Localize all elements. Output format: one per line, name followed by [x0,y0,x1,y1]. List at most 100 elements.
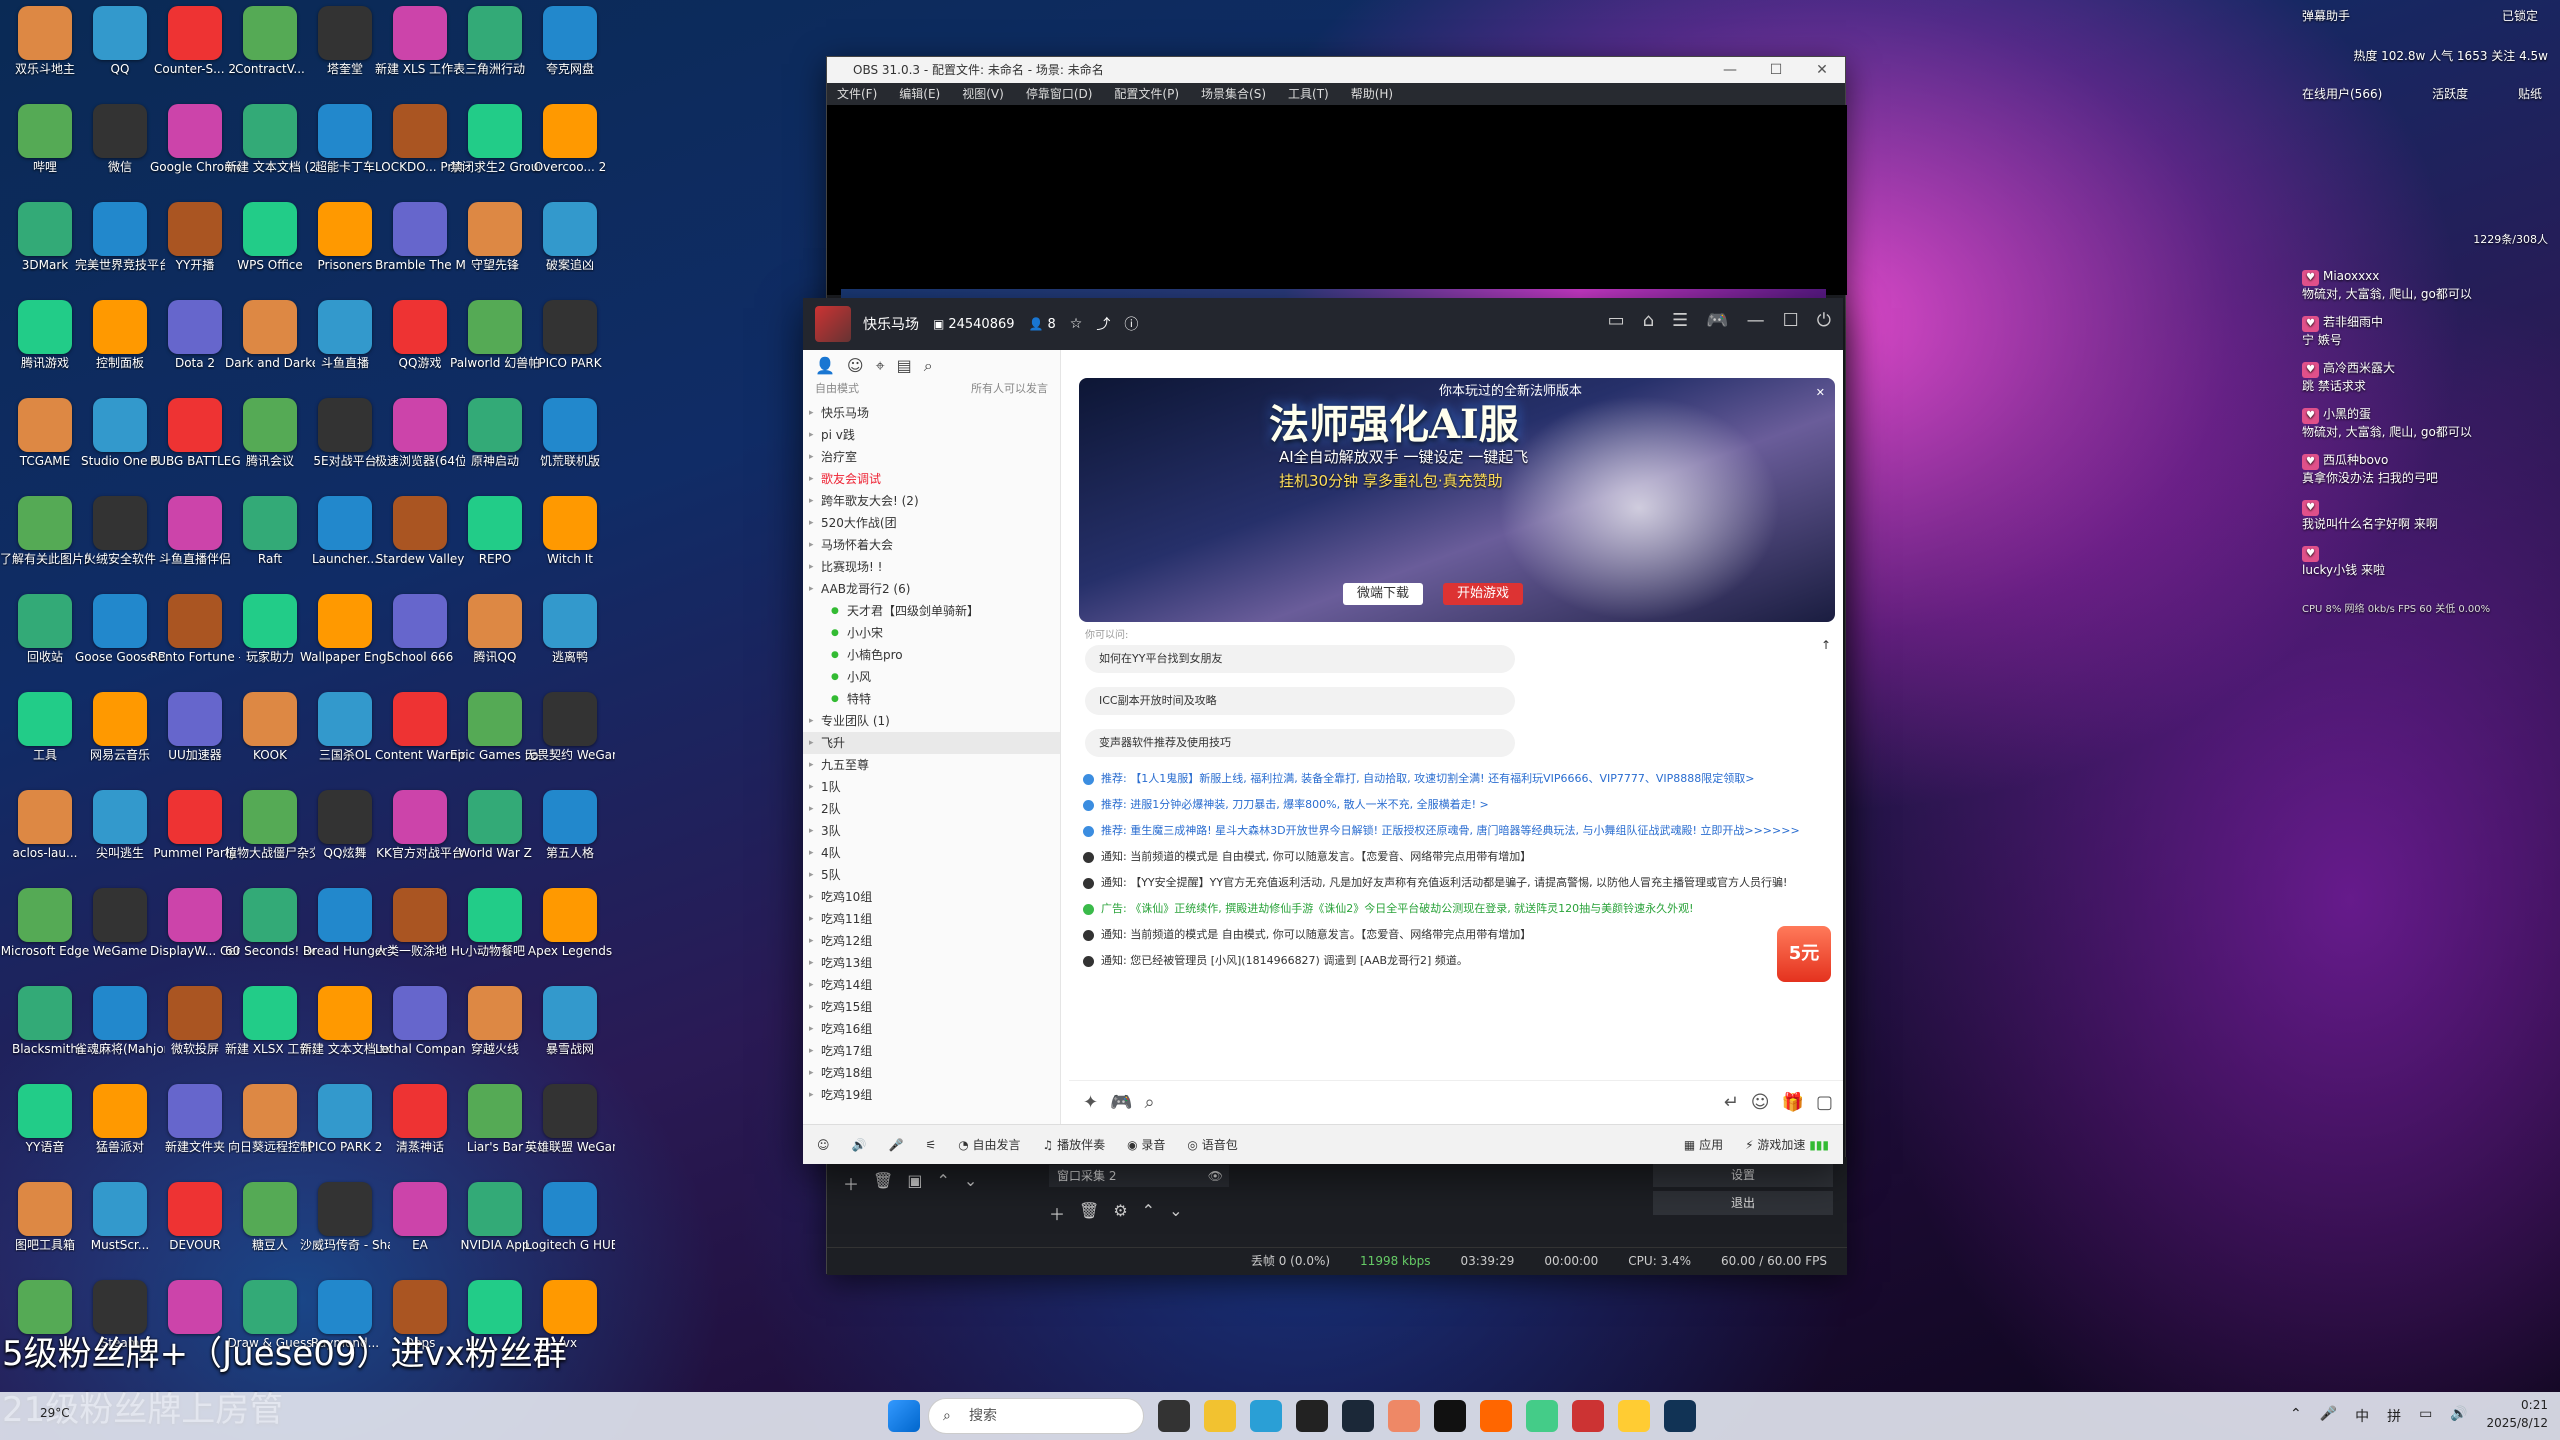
board-icon[interactable]: ▤ [897,356,912,375]
gamepad-icon[interactable]: 🎮 [1706,310,1728,331]
channel-item[interactable]: 4队 [803,842,1060,864]
faq-item[interactable]: 如何在YY平台找到女朋友 [1085,645,1515,673]
menu-scene-collection[interactable]: 场景集合(S) [1201,83,1266,105]
gamepad-icon[interactable]: 🎮 [1110,1092,1132,1113]
edge-icon[interactable] [1250,1400,1282,1432]
app-icon[interactable] [1296,1400,1328,1432]
desktop-icon[interactable]: 饥荒联机版 [525,392,615,490]
menu-file[interactable]: 文件(F) [837,83,877,105]
channel-item[interactable]: 九五至尊 [803,754,1060,776]
ime-mode[interactable]: 拼 [2387,1406,2401,1426]
yy-icon[interactable] [1618,1400,1650,1432]
star-icon[interactable]: ☆ [1070,316,1083,332]
maximize-icon[interactable]: ☐ [1783,310,1799,331]
up-icon[interactable]: ⌃ [936,1171,949,1195]
add-source-icon[interactable]: ＋ [1049,1201,1065,1225]
effects-icon[interactable]: ✦ [1083,1092,1098,1113]
up-icon[interactable]: ⌃ [1142,1201,1155,1225]
channel-item[interactable]: 小小宋 [803,622,1060,644]
gear-icon[interactable]: ⚙ [1113,1201,1127,1225]
search-icon[interactable]: ⌕ [1145,1092,1155,1113]
delete-source-icon[interactable]: 🗑 [1079,1201,1099,1225]
user-icon[interactable]: 👤 [815,356,835,375]
lock-status[interactable]: 已锁定 [2502,8,2538,24]
exit-button[interactable]: 退出 [1653,1191,1833,1215]
channel-item[interactable]: 飞升 [803,732,1060,754]
channel-item[interactable]: 520大作战(团 [803,512,1060,534]
minimize-icon[interactable]: — [1707,57,1753,83]
channel-item[interactable]: 吃鸡15组 [803,996,1060,1018]
eq-icon[interactable]: ⚟ [925,1138,936,1152]
app-icon[interactable] [1388,1400,1420,1432]
obs-icon[interactable] [1664,1400,1696,1432]
channel-item[interactable]: 吃鸡12组 [803,930,1060,952]
record-button[interactable]: ◉ 录音 [1127,1136,1165,1153]
channel-item[interactable]: 快乐马场 [803,402,1060,424]
desktop-icon[interactable]: 夸克网盘 [525,0,615,98]
visibility-icon[interactable]: 👁 [1208,1165,1229,1187]
menu-tools[interactable]: 工具(T) [1288,83,1329,105]
desktop-icon[interactable]: Overcoo... 2 [525,98,615,196]
down-icon[interactable]: ⌄ [1169,1201,1182,1225]
app-icon[interactable] [1572,1400,1604,1432]
home-icon[interactable]: ⌂ [1643,310,1654,331]
desktop-icon[interactable]: 第五人格 [525,784,615,882]
chevron-up-icon[interactable]: ⌃ [2290,1406,2302,1426]
down-icon[interactable]: ⌄ [964,1171,977,1195]
voice-pack-button[interactable]: ◎ 语音包 [1187,1136,1237,1153]
desktop-icon[interactable]: 暴雪战网 [525,980,615,1078]
channel-item[interactable]: 5队 [803,864,1060,886]
clock[interactable]: 0:21 2025/8/12 [2486,1396,2548,1432]
emoji-icon[interactable]: ☺ [1751,1092,1770,1113]
tab-online-users[interactable]: 在线用户(566) [2302,86,2382,102]
game-ad-banner[interactable]: 你本玩过的全新法师版本 法师强化AI服 AI全自动解放双手 一键设定 一键起飞 … [1079,378,1835,622]
add-scene-icon[interactable]: ＋ [843,1171,859,1195]
tab-activity[interactable]: 活跃度 [2432,86,2468,102]
channel-item[interactable]: 2队 [803,798,1060,820]
enter-icon[interactable]: ↵ [1724,1092,1739,1113]
terminal-icon[interactable] [1434,1400,1466,1432]
douyu-icon[interactable] [1480,1400,1512,1432]
channel-item[interactable]: 吃鸡10组 [803,886,1060,908]
channel-item[interactable]: 跨年歌友大会! (2) [803,490,1060,512]
danmu-user[interactable]: Miaoxxxx [2323,269,2379,283]
menu-help[interactable]: 帮助(H) [1351,83,1393,105]
avatar-icon[interactable]: ☺ [817,1138,830,1152]
location-icon[interactable]: ⌖ [876,356,885,375]
network-icon[interactable]: ▭ [2419,1406,2432,1426]
channel-item[interactable]: 1队 [803,776,1060,798]
task-view-icon[interactable] [1158,1400,1190,1432]
box-icon[interactable]: ▢ [1816,1092,1833,1113]
mic-icon[interactable]: 🎤 [2320,1406,2337,1426]
danmu-user[interactable]: 若非细雨中 [2323,315,2383,329]
ime-lang[interactable]: 中 [2355,1406,2369,1426]
game-boost-button[interactable]: ⚡ 游戏加速 ▮▮▮ [1745,1136,1829,1153]
channel-item[interactable]: AAB龙哥行2 (6) [803,578,1060,600]
desktop-icon[interactable]: 破案追凶 [525,196,615,294]
tab-stickers[interactable]: 贴纸 [2518,86,2542,102]
channel-avatar[interactable] [815,306,851,342]
chat-input[interactable] [1166,1087,1712,1118]
mic-icon[interactable]: 🎤 [888,1138,903,1152]
menu-view[interactable]: 视图(V) [962,83,1004,105]
gift-icon[interactable]: 🎁 [1782,1092,1804,1113]
channel-item[interactable]: 小楠色pro [803,644,1060,666]
download-button[interactable]: 微端下载 [1343,583,1423,605]
start-icon[interactable] [888,1400,920,1432]
faq-item[interactable]: 变声器软件推荐及使用技巧 [1085,729,1515,757]
share-icon[interactable]: ⤴ [1096,314,1110,334]
channel-item[interactable]: 天才君【四级剑单骑新】 [803,600,1060,622]
scroll-top-icon[interactable]: ↑ [1821,638,1831,652]
music-button[interactable]: ♫ 播放伴奏 [1043,1136,1106,1153]
desktop-icon[interactable]: PICO PARK [525,294,615,392]
channel-item[interactable]: 治疗室 [803,446,1060,468]
source-item[interactable]: 窗口采集 2 👁 [1049,1165,1229,1187]
steam-icon[interactable] [1342,1400,1374,1432]
screen-icon[interactable]: ▭ [1608,310,1625,331]
close-ad-icon[interactable]: ✕ [1816,386,1825,399]
group-icon[interactable]: ☺ [847,356,864,375]
channel-item[interactable]: 吃鸡14组 [803,974,1060,996]
channel-item[interactable]: 吃鸡19组 [803,1084,1060,1106]
info-icon[interactable]: ⓘ [1124,314,1138,334]
desktop-icon[interactable]: Logitech G HUB [525,1176,615,1274]
